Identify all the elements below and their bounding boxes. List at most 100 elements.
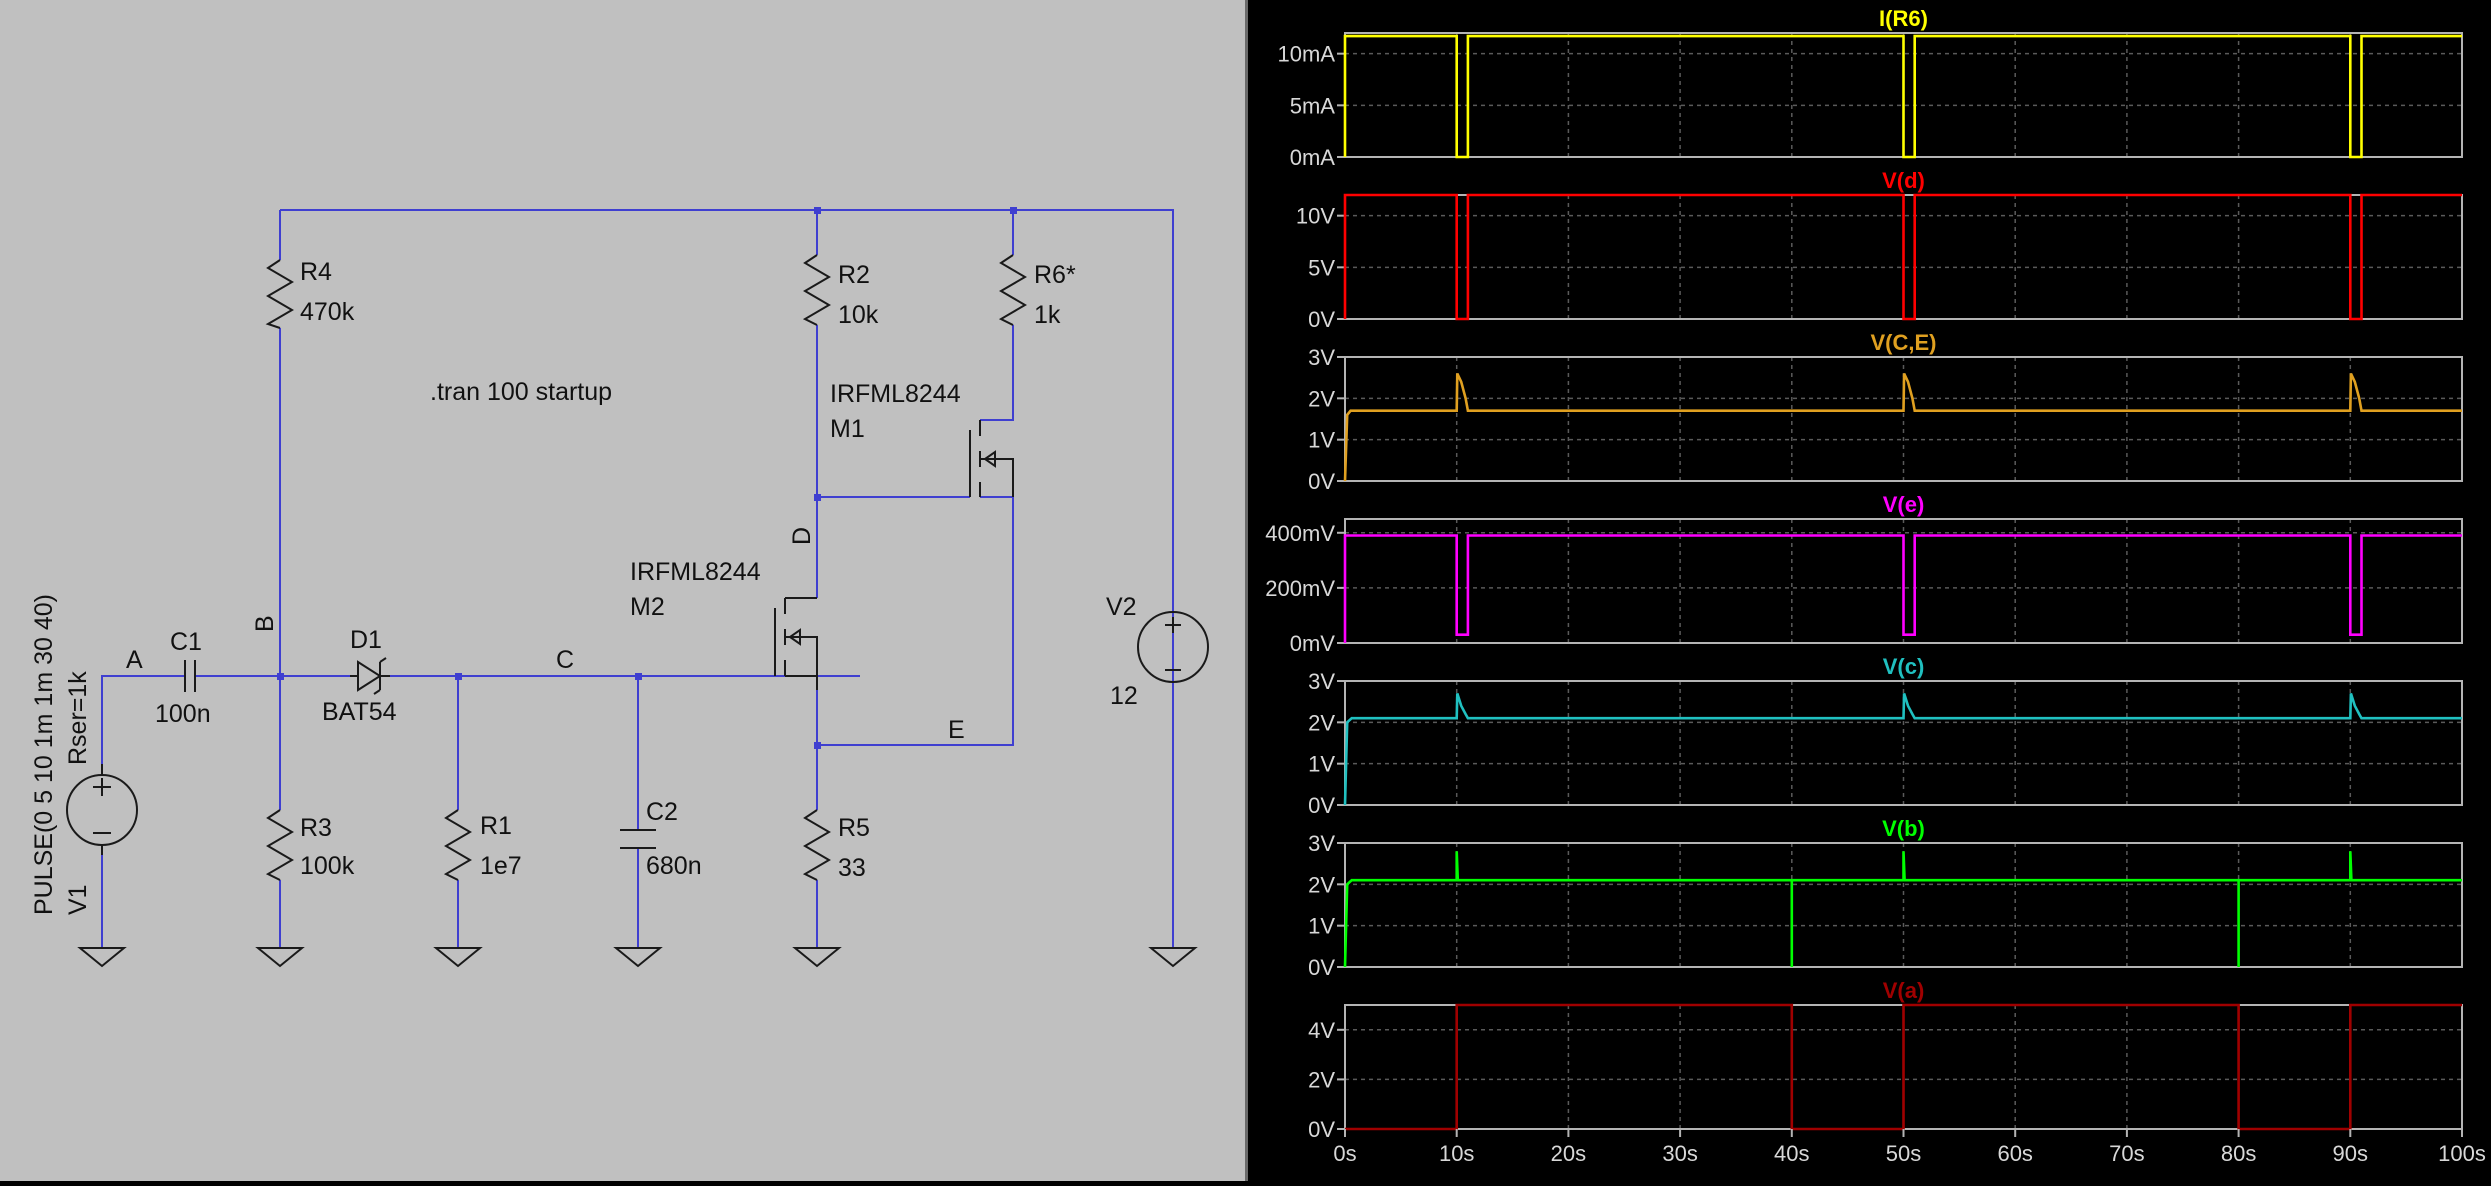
trace-title-v-c-e[interactable]: V(C,E)	[1871, 330, 1937, 355]
y-tick-label: 0V	[1308, 955, 1335, 980]
m1-value: IRFML8244	[830, 380, 961, 408]
y-tick-label: 0V	[1308, 307, 1335, 332]
waveform-pane-v-a[interactable]: 0V 2V 4V V(a) 0s 10s 20s 30s 40s 50s 60s 70s 80s 90s 1…	[1308, 978, 2486, 1166]
y-tick-label: 3V	[1308, 669, 1335, 694]
waveform-pane-v-c-e[interactable]: 0V 1V 2V 3V V(C,E)	[1308, 330, 2463, 494]
x-tick-label: 30s	[1662, 1141, 1697, 1166]
schematic-editor[interactable]: .tran 100 startup R4 470k R2 10k R6* 1k …	[0, 0, 1245, 1181]
y-tick-label: 200mV	[1265, 576, 1335, 601]
y-tick-label: 2V	[1308, 710, 1335, 735]
ground-r3-icon	[255, 947, 305, 968]
v1-extra: Rser=1k	[64, 671, 92, 765]
trace-line-v-a[interactable]	[1345, 1003, 2462, 1131]
c2-symbol[interactable]	[620, 829, 656, 849]
c2-name: C2	[646, 798, 678, 826]
y-tick-label: 0mA	[1290, 145, 1336, 170]
c1-name: C1	[170, 628, 202, 656]
y-tick-label: 1V	[1308, 914, 1335, 939]
r2-name: R2	[838, 261, 870, 289]
v1-name: V1	[64, 884, 92, 915]
y-tick-label: 5V	[1308, 255, 1335, 280]
wire-node-e[interactable]	[817, 496, 1014, 746]
ground-r1-icon	[433, 947, 483, 968]
v1-value: PULSE(0 5 10 1m 1m 30 40)	[30, 594, 58, 915]
trace-title-v-a[interactable]: V(a)	[1883, 978, 1925, 1003]
waveform-pane-v-e[interactable]: 0mV 200mV 400mV V(e)	[1265, 492, 2463, 656]
x-tick-label: 90s	[2333, 1141, 2368, 1166]
net-label-d: D	[788, 527, 816, 545]
r1-symbol[interactable]	[443, 809, 472, 881]
r5-value: 33	[838, 854, 866, 882]
r4-symbol[interactable]	[265, 259, 294, 329]
m1-mosfet-symbol[interactable]	[969, 420, 1014, 497]
trace-title-v-e[interactable]: V(e)	[1883, 492, 1925, 517]
y-tick-label: 0V	[1308, 793, 1335, 818]
y-tick-label: 0V	[1308, 1117, 1335, 1142]
c1-value: 100n	[155, 700, 211, 728]
y-tick-label: 2V	[1308, 872, 1335, 897]
net-label-c: C	[556, 646, 574, 674]
ground-r5-icon	[792, 947, 842, 968]
r3-symbol[interactable]	[265, 809, 294, 881]
r5-name: R5	[838, 814, 870, 842]
ground-v1-icon	[77, 947, 127, 968]
waveform-pane-i-r6[interactable]: 0mA 5mA 10mA I(R6)	[1278, 6, 2463, 170]
y-tick-label: 10mA	[1278, 42, 1336, 67]
junctions	[277, 207, 1017, 749]
waveform-pane-v-d[interactable]: 0V 5V 10V V(d)	[1296, 168, 2463, 332]
r4-name: R4	[300, 258, 332, 286]
d1-symbol[interactable]	[350, 657, 390, 695]
trace-line-i-r6[interactable]	[1343, 34, 2462, 159]
trace-title-v-d[interactable]: V(d)	[1882, 168, 1925, 193]
r6-symbol[interactable]	[998, 254, 1027, 326]
trace-line-v-e[interactable]	[1343, 534, 2462, 644]
y-tick-label: 2V	[1308, 386, 1335, 411]
waveform-pane-v-b[interactable]: 0V 1V 2V 3V V(b)	[1308, 816, 2463, 980]
m2-value: IRFML8244	[630, 558, 761, 586]
x-tick-label: 70s	[2109, 1141, 2144, 1166]
c1-symbol[interactable]	[184, 660, 196, 692]
r6-value: 1k	[1034, 301, 1061, 329]
r5-symbol[interactable]	[802, 809, 831, 881]
x-tick-label: 60s	[1997, 1141, 2032, 1166]
waveform-pane-v-c[interactable]: 0V 1V 2V 3V V(c)	[1308, 654, 2463, 818]
r1-value: 1e7	[480, 852, 522, 880]
c2-value: 680n	[646, 852, 702, 880]
v1-source-symbol[interactable]	[66, 764, 138, 855]
m1-name: M1	[830, 415, 865, 443]
trace-line-v-d[interactable]	[1343, 193, 2462, 321]
v2-name: V2	[1106, 593, 1137, 621]
y-tick-label: 5mA	[1290, 93, 1336, 118]
y-tick-label: 0mV	[1290, 631, 1336, 656]
schematic-canvas[interactable]: .tran 100 startup R4 470k R2 10k R6* 1k …	[0, 0, 1245, 1181]
x-tick-label: 40s	[1774, 1141, 1809, 1166]
trace-title-v-c[interactable]: V(c)	[1883, 654, 1925, 679]
y-tick-label: 10V	[1296, 204, 1335, 229]
waveform-viewer[interactable]: 0mA 5mA 10mA I(R6) 0V 5V 10V V(d) 0V 1V 2V 3V V(C,E)…	[1248, 0, 2491, 1181]
x-tick-label: 50s	[1886, 1141, 1921, 1166]
trace-title-v-b[interactable]: V(b)	[1882, 816, 1925, 841]
x-tick-label: 10s	[1439, 1141, 1474, 1166]
r1-name: R1	[480, 812, 512, 840]
d1-name: D1	[350, 626, 382, 654]
v2-value: 12	[1110, 682, 1138, 710]
y-tick-label: 2V	[1308, 1067, 1335, 1092]
x-tick-label: 0s	[1333, 1141, 1356, 1166]
directive-label[interactable]: .tran 100 startup	[430, 378, 612, 406]
y-tick-label: 1V	[1308, 752, 1335, 777]
net-label-e: E	[948, 716, 965, 744]
r3-name: R3	[300, 814, 332, 842]
r3-value: 100k	[300, 852, 355, 880]
net-label-b: B	[251, 615, 279, 632]
waveform-canvas[interactable]: 0mA 5mA 10mA I(R6) 0V 5V 10V V(d) 0V 1V 2V 3V V(C,E)…	[1248, 0, 2491, 1181]
r2-value: 10k	[838, 301, 879, 329]
trace-title-i-r6[interactable]: I(R6)	[1879, 6, 1928, 31]
y-tick-label: 4V	[1308, 1018, 1335, 1043]
net-label-a: A	[126, 646, 143, 674]
r2-symbol[interactable]	[802, 254, 831, 326]
ground-v2-icon	[1148, 947, 1198, 968]
y-tick-label: 0V	[1308, 469, 1335, 494]
r6-name: R6*	[1034, 261, 1076, 289]
wire-r6-to-m1[interactable]	[980, 325, 1014, 421]
ground-c2-icon	[613, 947, 663, 968]
